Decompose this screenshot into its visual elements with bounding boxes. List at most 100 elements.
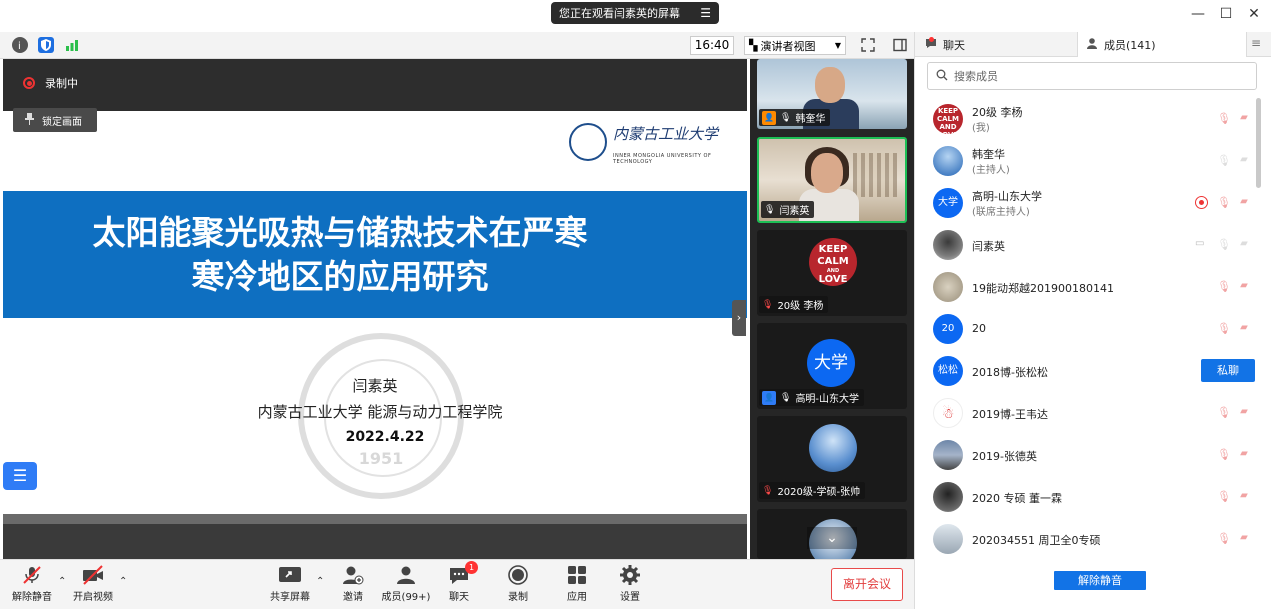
video-options-chevron-icon[interactable]: ⌃: [119, 576, 127, 587]
member-name: 19能动郑越201900180141: [972, 282, 1114, 295]
speaker-view-icon: ▚: [749, 39, 758, 52]
presentation-slide: 内蒙古工业大学 INNER MONGOLIA UNIVERSITY OF TEC…: [3, 111, 747, 514]
microphone-muted-icon[interactable]: 🎙: [1217, 112, 1231, 125]
leave-meeting-button[interactable]: 离开会议: [831, 568, 903, 601]
video-off-icon: [81, 564, 105, 586]
video-off-icon[interactable]: ▰: [1237, 490, 1251, 501]
chat-bubble-icon: 1: [447, 561, 478, 586]
member-name: 202034551 周卫全0专硕: [972, 534, 1101, 547]
shared-screen[interactable]: 录制中 内蒙古工业大学 INNER MONGOLIA UNIVERSITY OF…: [3, 59, 747, 559]
tab-members-label: 成员(141): [1104, 38, 1156, 52]
tab-chat[interactable]: 聊天: [915, 32, 1077, 57]
start-video-label: 开启视频: [73, 592, 113, 603]
view-mode-select[interactable]: ▚ 演讲者视图 ▼: [744, 36, 846, 55]
tile-participant-name: 闫素英: [779, 206, 810, 217]
chat-button[interactable]: 1 聊天: [427, 561, 491, 603]
member-name: 2019-张德英: [972, 450, 1037, 463]
unmute-button[interactable]: 解除静音: [0, 564, 64, 603]
info-icon[interactable]: i: [12, 37, 28, 53]
tab-members[interactable]: 成员(141): [1077, 32, 1247, 57]
microphone-muted-icon[interactable]: 🎙: [1217, 532, 1231, 545]
unmute-all-button[interactable]: 解除静音: [1054, 571, 1146, 590]
recording-icon: [23, 77, 35, 89]
close-button[interactable]: ✕: [1244, 6, 1264, 22]
screen-share-notice[interactable]: 您正在观看闫素英的屏幕 ☰: [551, 2, 719, 24]
invite-label: 邀请: [343, 592, 363, 603]
list-item[interactable]: ☃ 2019博-王韦达 🎙 ▰: [915, 392, 1261, 434]
minimize-button[interactable]: —: [1188, 6, 1208, 22]
share-screen-button[interactable]: 共享屏幕: [258, 564, 322, 603]
tile-label: 🎙 20级 李杨: [759, 296, 829, 313]
view-mode-label: 演讲者视图: [760, 39, 816, 53]
slide-institution: 内蒙古工业大学 能源与动力工程学院: [257, 403, 503, 421]
video-tile-active-speaker[interactable]: 🎙 闫素英: [757, 137, 907, 223]
chat-unread-badge: 1: [465, 561, 478, 574]
avatar: 大学: [933, 188, 963, 218]
member-search-input[interactable]: 搜索成员: [927, 62, 1257, 90]
list-item[interactable]: 2019-张德英 🎙 ▰: [915, 434, 1261, 476]
record-button[interactable]: 录制: [486, 564, 550, 603]
lock-screen-label: 锁定画面: [42, 116, 82, 128]
list-item[interactable]: 松松 2018博-张松松 私聊: [915, 350, 1261, 392]
video-icon[interactable]: ▰: [1237, 154, 1251, 165]
list-item[interactable]: 闫素英 ▭ 🎙 ▰: [915, 224, 1261, 266]
settings-button[interactable]: 设置: [598, 564, 662, 603]
lock-screen-button[interactable]: 锁定画面: [13, 108, 97, 132]
list-item[interactable]: KEEP CALM AND LOVE 20级 李杨 (我) 🎙 ▰: [915, 98, 1261, 140]
fullscreen-icon[interactable]: [860, 37, 876, 57]
microphone-muted-icon[interactable]: 🎙: [1217, 196, 1231, 209]
list-item[interactable]: 20 20 🎙 ▰: [915, 308, 1261, 350]
microphone-icon[interactable]: 🎙: [1217, 238, 1231, 251]
video-strip: 👤 🎙 韩奎华 🎙 闫素英 KEEP CALM AND LOVE 🎙 20级 李…: [750, 59, 914, 559]
logo-emblem-icon: [569, 123, 607, 161]
slide-title-line1: 太阳能聚光吸热与储热技术在严寒: [92, 213, 588, 252]
video-tile[interactable]: KEEP CALM AND LOVE 🎙 20级 李杨: [757, 230, 907, 316]
scroll-down-icon[interactable]: ⌄: [807, 527, 857, 549]
chevron-down-icon: ▼: [834, 41, 841, 50]
add-person-icon: [341, 564, 365, 586]
microphone-icon[interactable]: 🎙: [1217, 154, 1231, 167]
security-shield-icon[interactable]: [38, 37, 54, 53]
members-label: 成员(99+): [381, 592, 431, 603]
panel-menu-icon[interactable]: ≡: [1251, 36, 1261, 50]
list-item[interactable]: 202034551 周卫全0专硕 🎙 ▰: [915, 518, 1261, 560]
microphone-muted-icon[interactable]: 🎙: [1217, 280, 1231, 293]
maximize-button[interactable]: ☐: [1216, 6, 1236, 22]
list-item[interactable]: 大学 高明-山东大学 (联席主持人) 🎙 ▰: [915, 182, 1261, 224]
video-tile[interactable]: 🎙 2020级-学硕-张帅: [757, 416, 907, 502]
list-icon[interactable]: ☰: [3, 462, 37, 490]
video-off-icon[interactable]: ▰: [1237, 532, 1251, 543]
video-off-icon[interactable]: ▰: [1237, 448, 1251, 459]
menu-icon[interactable]: ☰: [700, 6, 711, 20]
microphone-muted-icon[interactable]: 🎙: [1217, 490, 1231, 503]
recording-icon: [1195, 196, 1208, 209]
microphone-muted-icon[interactable]: 🎙: [1217, 322, 1231, 335]
pin-icon: [25, 112, 34, 128]
video-off-icon[interactable]: ▰: [1237, 406, 1251, 417]
microphone-muted-icon[interactable]: 🎙: [1217, 448, 1231, 461]
list-item[interactable]: 韩奎华 (主持人) 🎙 ▰: [915, 140, 1261, 182]
tab-chat-label: 聊天: [943, 38, 965, 52]
video-off-icon[interactable]: ▰: [1237, 280, 1251, 291]
collapse-strip-icon[interactable]: ›: [732, 300, 746, 336]
list-item[interactable]: 19能动郑越201900180141 🎙 ▰: [915, 266, 1261, 308]
video-tile[interactable]: 大学 👤 🎙 高明-山东大学: [757, 323, 907, 409]
member-list-scrollbar[interactable]: [1256, 98, 1261, 188]
video-icon[interactable]: ▰: [1237, 238, 1251, 249]
video-off-icon[interactable]: ▰: [1237, 196, 1251, 207]
list-item[interactable]: 2020 专硕 董一霖 🎙 ▰: [915, 476, 1261, 518]
panel-toggle-icon[interactable]: [892, 37, 908, 57]
slide-title-banner: 太阳能聚光吸热与储热技术在严寒 寒冷地区的应用研究: [3, 191, 747, 318]
tile-label: 👤 🎙 高明-山东大学: [759, 389, 865, 406]
start-video-button[interactable]: 开启视频: [61, 564, 125, 603]
avatar: [809, 424, 857, 472]
video-off-icon[interactable]: ▰: [1237, 322, 1251, 333]
side-panel: 聊天 成员(141) ≡ 搜索成员 KEEP CALM AND LOVE 20级…: [914, 32, 1271, 609]
avatar: [933, 272, 963, 302]
avatar: ☃: [933, 398, 963, 428]
video-tile[interactable]: 👤 🎙 韩奎华: [757, 59, 907, 129]
network-signal-icon[interactable]: [64, 37, 80, 53]
private-chat-button[interactable]: 私聊: [1201, 359, 1255, 382]
video-off-icon[interactable]: ▰: [1237, 112, 1251, 123]
microphone-muted-icon[interactable]: 🎙: [1217, 406, 1231, 419]
